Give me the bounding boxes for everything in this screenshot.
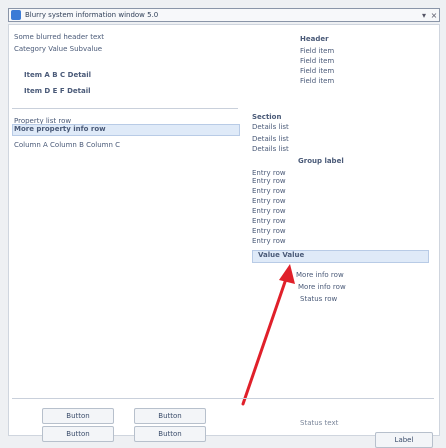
left-line-3: Item A B C Detail [24, 71, 92, 79]
minimize-icon[interactable]: ▾ [419, 11, 429, 20]
window-titlebar: Blurry system information window 5.0 ▾ × [8, 8, 440, 22]
app-icon [11, 10, 21, 20]
left-line-7: Column A Column B Column C [14, 141, 121, 149]
right-line-20: More info row [296, 271, 344, 279]
right-line-16: Entry row [252, 217, 286, 225]
right-line-8: Details list [252, 135, 289, 143]
left-line-6: More property info row [14, 125, 106, 133]
window-title: Blurry system information window 5.0 [25, 11, 159, 19]
left-line-1: Some blurred header text [14, 33, 105, 41]
right-line-17: Entry row [252, 227, 286, 235]
right-line-4: Field item [300, 67, 335, 75]
right-line-14: Entry row [252, 197, 286, 205]
bottom-button-4[interactable]: Button [134, 426, 206, 442]
bottom-divider [12, 398, 434, 399]
close-icon[interactable]: × [429, 11, 439, 20]
right-line-5: Field item [300, 77, 335, 85]
bottom-button-2[interactable]: Button [134, 408, 206, 424]
bottom-button-3[interactable]: Button [42, 426, 114, 442]
right-line-19: Value Value [258, 251, 305, 259]
right-line-9: Details list [252, 145, 289, 153]
small-label-button[interactable]: Label [375, 432, 433, 448]
right-line-13: Entry row [252, 187, 286, 195]
bottom-button-1[interactable]: Button [42, 408, 114, 424]
right-line-12: Entry row [252, 177, 286, 185]
right-line-21: More info row [298, 283, 346, 291]
right-line-6: Section [252, 113, 282, 121]
left-line-4: Item D E F Detail [24, 87, 91, 95]
status-text: Status text [300, 419, 339, 427]
right-line-15: Entry row [252, 207, 286, 215]
right-line-1: Header [300, 35, 329, 43]
right-line-2: Field item [300, 47, 335, 55]
left-divider [12, 108, 238, 109]
right-line-3: Field item [300, 57, 335, 65]
right-line-22: Status row [300, 295, 338, 303]
right-line-7: Details list [252, 123, 289, 131]
right-line-10: Group label [298, 157, 344, 165]
right-line-18: Entry row [252, 237, 286, 245]
left-line-2: Category Value Subvalue [14, 45, 103, 53]
